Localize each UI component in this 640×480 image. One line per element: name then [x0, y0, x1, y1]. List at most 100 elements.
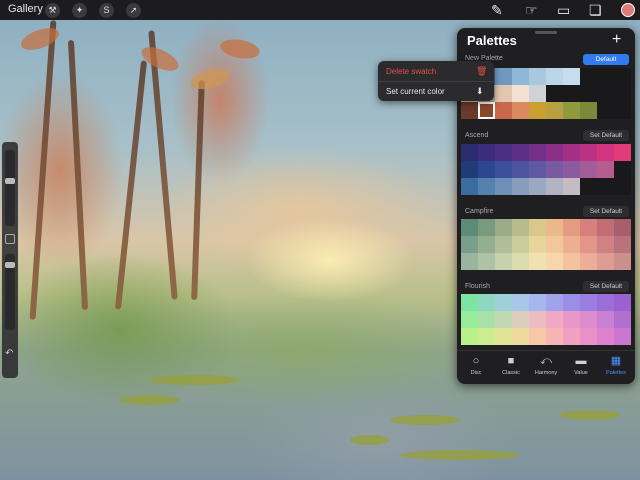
color-swatch[interactable] — [478, 311, 495, 328]
color-swatch[interactable] — [580, 144, 597, 161]
color-swatch[interactable] — [546, 311, 563, 328]
color-swatch[interactable] — [580, 294, 597, 311]
color-swatch[interactable] — [614, 144, 631, 161]
set-default-button[interactable]: Set Default — [583, 281, 629, 292]
brush-icon[interactable]: ✎ — [491, 2, 503, 18]
color-swatch[interactable] — [461, 178, 478, 195]
color-swatch[interactable] — [512, 219, 529, 236]
tab-value[interactable]: ▬ Value — [564, 355, 598, 376]
color-swatch[interactable] — [597, 294, 614, 311]
color-swatch[interactable] — [495, 68, 512, 85]
color-swatch[interactable] — [478, 236, 495, 253]
color-swatch[interactable] — [614, 253, 631, 270]
default-button[interactable]: Default — [583, 54, 629, 65]
color-swatch[interactable] — [563, 294, 580, 311]
color-swatch[interactable] — [563, 236, 580, 253]
color-swatch[interactable] — [495, 236, 512, 253]
color-swatch[interactable] — [597, 236, 614, 253]
color-swatch[interactable] — [495, 253, 512, 270]
tab-disc[interactable]: ○ Disc — [459, 355, 493, 376]
color-swatch[interactable] — [580, 236, 597, 253]
delete-swatch-button[interactable]: Delete swatch — [386, 67, 436, 76]
color-swatch[interactable] — [580, 328, 597, 345]
color-swatch[interactable] — [614, 219, 631, 236]
empty-swatch-slot[interactable] — [597, 178, 614, 195]
color-swatch[interactable] — [495, 85, 512, 102]
color-swatch[interactable] — [546, 178, 563, 195]
smudge-icon[interactable]: ☞ — [525, 2, 538, 18]
color-swatch[interactable] — [546, 144, 563, 161]
color-swatch[interactable] — [495, 294, 512, 311]
modify-button[interactable] — [5, 234, 15, 244]
color-swatch[interactable] — [529, 311, 546, 328]
set-current-color-button[interactable]: Set current color — [386, 87, 445, 96]
color-swatch[interactable] — [597, 328, 614, 345]
current-color-swatch[interactable] — [621, 3, 635, 17]
wrench-icon[interactable]: ⚒ — [45, 3, 60, 18]
selection-icon[interactable]: S — [99, 3, 114, 18]
color-swatch[interactable] — [614, 328, 631, 345]
empty-swatch-slot[interactable] — [614, 102, 631, 119]
color-swatch[interactable] — [512, 236, 529, 253]
color-swatch[interactable] — [529, 236, 546, 253]
color-swatch[interactable] — [495, 161, 512, 178]
magic-wand-icon[interactable]: ✦ — [72, 3, 87, 18]
empty-swatch-slot[interactable] — [614, 178, 631, 195]
set-default-button[interactable]: Set Default — [583, 206, 629, 217]
color-swatch[interactable] — [529, 294, 546, 311]
tab-palettes[interactable]: ▦ Palettes — [599, 355, 633, 376]
color-swatch[interactable] — [512, 161, 529, 178]
color-swatch[interactable] — [478, 328, 495, 345]
color-swatch[interactable] — [563, 328, 580, 345]
color-swatch[interactable] — [563, 161, 580, 178]
color-swatch[interactable] — [597, 219, 614, 236]
color-swatch[interactable] — [546, 294, 563, 311]
color-swatch[interactable] — [512, 68, 529, 85]
color-swatch[interactable] — [478, 144, 495, 161]
add-palette-icon[interactable]: + — [612, 31, 621, 49]
selected-color-swatch[interactable] — [478, 102, 495, 119]
color-swatch[interactable] — [614, 294, 631, 311]
color-swatch[interactable] — [597, 311, 614, 328]
transform-arrow-icon[interactable]: ➚ — [126, 3, 141, 18]
color-swatch[interactable] — [597, 161, 614, 178]
color-swatch[interactable] — [512, 253, 529, 270]
opacity-slider[interactable] — [5, 254, 15, 330]
color-swatch[interactable] — [512, 178, 529, 195]
brush-size-slider[interactable] — [5, 150, 15, 226]
color-swatch[interactable] — [529, 253, 546, 270]
tab-classic[interactable]: ■ Classic — [494, 355, 528, 376]
color-swatch[interactable] — [529, 219, 546, 236]
empty-swatch-slot[interactable] — [614, 161, 631, 178]
color-swatch[interactable] — [563, 144, 580, 161]
color-swatch[interactable] — [580, 161, 597, 178]
empty-swatch-slot[interactable] — [580, 85, 597, 102]
undo-icon[interactable]: ↶ — [5, 348, 13, 359]
color-swatch[interactable] — [478, 294, 495, 311]
color-swatch[interactable] — [563, 68, 580, 85]
trash-icon[interactable]: 🗑 — [476, 66, 487, 77]
color-swatch[interactable] — [580, 311, 597, 328]
color-swatch[interactable] — [461, 236, 478, 253]
color-swatch[interactable] — [580, 253, 597, 270]
color-swatch[interactable] — [461, 253, 478, 270]
gallery-button[interactable]: Gallery — [8, 3, 43, 15]
color-swatch[interactable] — [495, 144, 512, 161]
empty-swatch-slot[interactable] — [580, 68, 597, 85]
color-swatch[interactable] — [478, 253, 495, 270]
color-swatch[interactable] — [529, 85, 546, 102]
color-swatch[interactable] — [512, 144, 529, 161]
empty-swatch-slot[interactable] — [614, 68, 631, 85]
color-swatch[interactable] — [461, 219, 478, 236]
color-swatch[interactable] — [461, 328, 478, 345]
color-swatch[interactable] — [597, 253, 614, 270]
color-swatch[interactable] — [529, 102, 546, 119]
set-default-button[interactable]: Set Default — [583, 130, 629, 141]
color-swatch[interactable] — [563, 178, 580, 195]
color-swatch[interactable] — [461, 144, 478, 161]
color-swatch[interactable] — [461, 294, 478, 311]
color-swatch[interactable] — [478, 219, 495, 236]
panel-drag-handle[interactable] — [535, 31, 557, 34]
color-swatch[interactable] — [512, 328, 529, 345]
color-swatch[interactable] — [563, 311, 580, 328]
